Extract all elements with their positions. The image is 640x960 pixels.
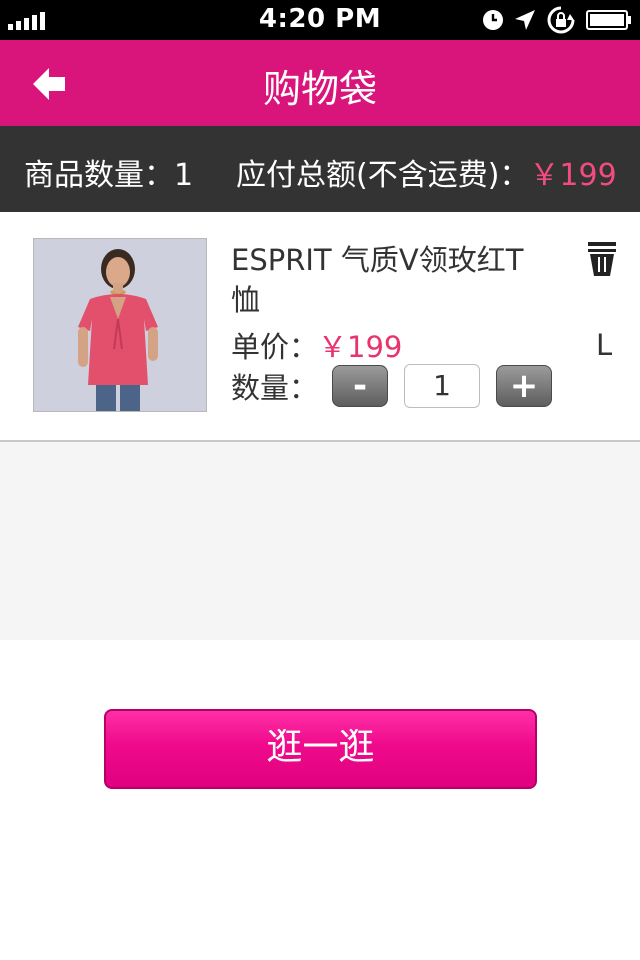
cart-summary: 商品数量：1 应付总额(不含运费)：￥199	[0, 126, 640, 212]
unit-price-label: 单价：	[231, 330, 319, 364]
cart-item: ESPRIT 气质V领玫红T恤 单价：￥199 数量： - 1 + L	[0, 212, 640, 442]
quantity-field[interactable]: 1	[404, 364, 481, 408]
empty-area	[0, 442, 640, 640]
total-amount-row: 应付总额(不含运费)：￥199	[236, 150, 617, 194]
product-image[interactable]	[33, 238, 207, 412]
quantity-row: 数量： - 1 +	[231, 364, 553, 408]
increase-quantity-button[interactable]: +	[496, 365, 553, 407]
product-photo	[34, 239, 206, 411]
location-icon	[515, 10, 535, 30]
total-label: 应付总额(不含运费)：	[236, 158, 530, 193]
clock-icon	[483, 10, 503, 30]
total-amount: ￥199	[529, 158, 617, 193]
browse-button[interactable]: 逛一逛	[104, 709, 537, 789]
delete-button[interactable]	[588, 242, 616, 278]
quantity-label: 数量：	[231, 371, 319, 405]
rotation-lock-icon	[547, 6, 575, 34]
product-size: L	[596, 328, 613, 362]
unit-price: ￥199	[318, 330, 403, 364]
decrease-quantity-button[interactable]: -	[332, 365, 389, 407]
battery-icon	[586, 10, 631, 30]
nav-bar: 购物袋	[0, 40, 640, 126]
product-name[interactable]: ESPRIT 气质V领玫红T恤	[231, 240, 531, 320]
page-title: 购物袋	[262, 67, 377, 111]
status-bar: 4:20 PM	[0, 0, 640, 40]
trash-icon	[588, 242, 616, 276]
item-count: 商品数量：1	[24, 158, 194, 193]
unit-price-row: 单价：￥199	[231, 324, 402, 366]
